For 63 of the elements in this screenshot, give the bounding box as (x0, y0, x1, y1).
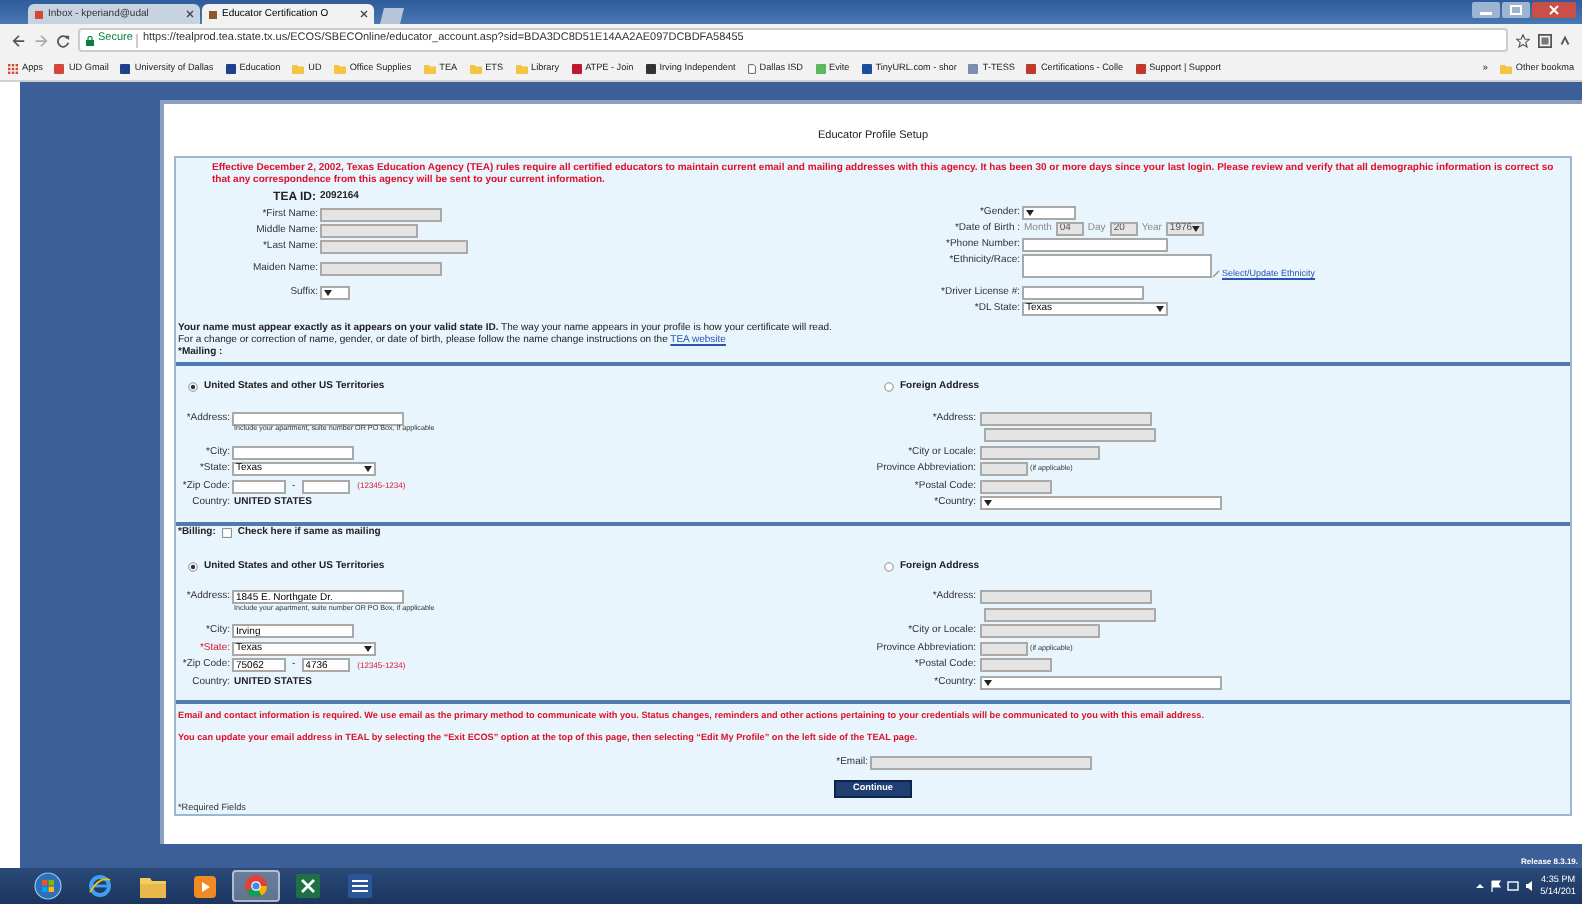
caret-icon (984, 500, 992, 507)
pencil-icon (1212, 270, 1220, 278)
globe-icon[interactable] (88, 874, 112, 898)
checkbox[interactable] (221, 528, 232, 539)
star-icon[interactable] (1516, 33, 1530, 47)
media-player-icon[interactable] (193, 875, 215, 897)
text-field[interactable] (980, 445, 1100, 460)
caret-icon (1192, 225, 1200, 231)
caret-icon (1156, 305, 1164, 311)
maximize-icon[interactable] (1502, 2, 1530, 18)
text-field[interactable] (980, 479, 1052, 494)
text-field[interactable] (980, 411, 1152, 426)
minimize-icon[interactable] (1472, 2, 1500, 18)
page-icon (747, 63, 756, 73)
text-field[interactable] (1022, 237, 1168, 251)
caret-icon (984, 679, 992, 686)
caret-icon (324, 289, 332, 295)
text-field[interactable] (232, 445, 354, 460)
radio-button[interactable] (188, 382, 198, 393)
start-orb-icon[interactable] (34, 872, 62, 900)
radio-button[interactable] (884, 382, 894, 393)
radio-button[interactable] (188, 562, 198, 573)
folder-icon (469, 63, 482, 73)
document-icon[interactable] (348, 874, 372, 898)
apps-grid-icon (8, 63, 18, 73)
text-field[interactable] (301, 479, 350, 494)
dropdown[interactable] (1022, 205, 1076, 219)
text-field[interactable] (980, 624, 1100, 639)
folder-icon (333, 63, 346, 73)
caret-icon (364, 466, 372, 473)
tray-icons-drawing[interactable] (1474, 880, 1535, 892)
page-icon (34, 9, 44, 19)
folder-icon (423, 63, 436, 73)
close-icon[interactable] (360, 10, 368, 18)
folder-icon (515, 63, 528, 73)
text-field[interactable] (232, 411, 404, 426)
text-field[interactable] (984, 607, 1156, 622)
reload-icon[interactable] (56, 33, 70, 47)
text-field[interactable] (980, 658, 1052, 673)
text-field[interactable] (984, 428, 1156, 443)
chrome-icon[interactable] (244, 874, 268, 898)
caret-icon (1026, 209, 1034, 215)
caret-icon (364, 645, 372, 652)
text-field[interactable] (980, 462, 1028, 477)
radio-button[interactable] (884, 562, 894, 573)
text-field[interactable] (980, 590, 1152, 605)
extension-icon[interactable] (1538, 33, 1552, 47)
dropdown[interactable] (320, 285, 350, 299)
text-area[interactable] (1022, 254, 1212, 278)
lock-icon (86, 35, 94, 45)
back-icon[interactable] (12, 33, 26, 47)
folder-icon[interactable] (139, 875, 165, 897)
close-icon[interactable] (186, 10, 194, 18)
page-icon (208, 9, 218, 19)
menu-icon[interactable] (1560, 33, 1570, 47)
text-field[interactable] (232, 479, 286, 494)
text-field[interactable] (980, 641, 1028, 656)
spreadsheet-icon[interactable] (296, 874, 320, 898)
close-icon[interactable] (1532, 2, 1576, 18)
text-field[interactable] (1022, 285, 1144, 299)
forward-icon[interactable] (34, 33, 48, 47)
folder-icon (292, 63, 305, 73)
folder-icon (1499, 63, 1512, 73)
